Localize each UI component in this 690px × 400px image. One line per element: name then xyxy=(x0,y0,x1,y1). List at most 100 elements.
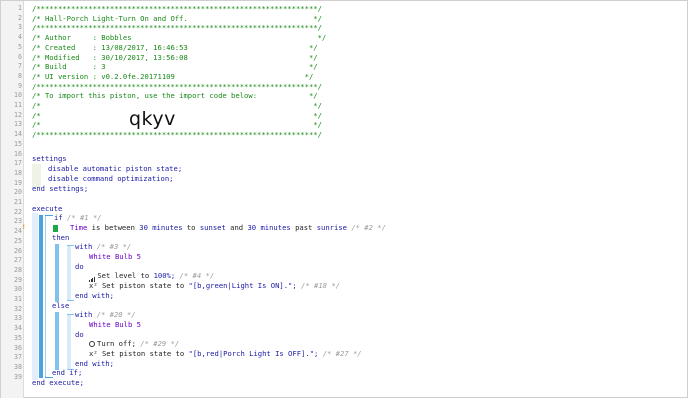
condition-line[interactable]: Time is between 30 minutes to sunset and… xyxy=(70,223,386,233)
header-border: /***************************************… xyxy=(32,130,322,140)
with-statement[interactable]: with /* #3 */ xyxy=(75,242,131,252)
header-modified: /* Modified : 30/10/2017, 13:56:08 */ xyxy=(32,52,318,62)
if-block-bar xyxy=(39,215,43,378)
command-value: "[b,red|Porch Light Is OFF]."; xyxy=(188,349,319,358)
line-number: 11 xyxy=(14,101,22,109)
line-number: 6 xyxy=(18,52,22,61)
line-number: 24 xyxy=(14,227,22,236)
line-number: 3 xyxy=(18,23,22,32)
line-number: 15 xyxy=(14,139,22,148)
line-number: 36 xyxy=(14,343,22,352)
end-with: end with; xyxy=(75,290,114,300)
power-icon xyxy=(89,341,95,348)
end-with: end with; xyxy=(75,358,114,368)
line-number: 4 xyxy=(18,33,22,42)
line-number: 7 xyxy=(18,62,22,71)
line-number: 14 xyxy=(14,130,22,139)
header-border: /***************************************… xyxy=(32,81,322,91)
condition-operator: is between xyxy=(91,222,135,232)
else-keyword[interactable]: else xyxy=(52,301,69,311)
condition-value: 30 xyxy=(247,222,257,232)
command-value: 100%; xyxy=(153,271,176,281)
condition-value: 30 xyxy=(139,222,148,232)
condition-word: to xyxy=(186,222,196,232)
with1-block-bar xyxy=(67,245,71,301)
statement-id-comment: /* #4 */ xyxy=(179,271,215,281)
line-number: 32 xyxy=(14,304,22,313)
line-number: 28 xyxy=(14,265,22,274)
device-name[interactable]: White Bulb 5 xyxy=(89,320,141,330)
end-if: end if; xyxy=(52,368,83,378)
command-value: "[b,green|Light Is ON]."; xyxy=(188,281,297,291)
set-state-command[interactable]: x² Set piston state to "[b,red|Porch Lig… xyxy=(89,349,362,359)
line-number: 5 xyxy=(18,42,22,51)
if-keyword: if xyxy=(54,213,63,223)
line-number: 39 xyxy=(14,372,22,381)
with2-bracket-top xyxy=(67,313,74,315)
statement-id-comment: /* #18 */ xyxy=(301,281,340,291)
line-number: 22 xyxy=(14,207,22,216)
condition-sunset: sunset xyxy=(199,222,226,232)
if-bracket-top xyxy=(45,214,53,216)
line-number: 27 xyxy=(14,256,22,265)
header-import-note: /* To import this piston, use the import… xyxy=(32,91,318,101)
set-state-command[interactable]: x² Set piston state to "[b,green|Light I… xyxy=(89,281,340,291)
do-keyword: do xyxy=(75,329,84,339)
line-number: 12 xyxy=(14,110,22,119)
device-name[interactable]: White Bulb 5 xyxy=(89,252,141,262)
condition-subject: Time xyxy=(70,222,88,232)
execute-close[interactable]: end execute; xyxy=(32,378,84,388)
code-area[interactable]: /***************************************… xyxy=(1,1,689,399)
header-border: /***************************************… xyxy=(32,23,322,33)
line-number: 13 xyxy=(14,120,22,129)
line-number: 38 xyxy=(14,362,22,371)
line-number: 25 xyxy=(14,236,22,245)
settings-line[interactable]: disable command optimization; xyxy=(48,174,174,184)
execute-block-bar xyxy=(32,213,38,380)
line-number: 9 xyxy=(18,81,22,90)
line-number: 35 xyxy=(14,333,22,342)
with1-bracket-top xyxy=(67,244,74,246)
with-keyword: with xyxy=(75,242,93,252)
line-number: 29 xyxy=(14,275,22,284)
header-blank: /* */ xyxy=(32,110,322,120)
with-keyword: with xyxy=(75,310,93,320)
if-block-guide xyxy=(45,215,46,378)
command-text: Set level to xyxy=(97,271,150,281)
line-number: 18 xyxy=(14,168,22,177)
piston-editor: ! /*************************************… xyxy=(0,0,688,398)
line-number: 8 xyxy=(18,71,22,80)
header-ui-version: /* UI version : v0.2.0fe.20171109 */ xyxy=(32,71,314,81)
then-keyword[interactable]: then xyxy=(52,233,69,243)
execute-open[interactable]: execute xyxy=(32,204,62,214)
condition-sunrise: sunrise xyxy=(316,222,347,232)
header-created: /* Created : 13/08/2017, 16:46:53 */ xyxy=(32,42,318,52)
with-statement[interactable]: with /* #20 */ xyxy=(75,310,136,320)
turn-off-command[interactable]: Turn off; /* #29 */ xyxy=(89,339,179,349)
if-statement[interactable]: if /* #1 */ xyxy=(54,213,102,223)
line-number: 33 xyxy=(14,314,22,323)
command-text: Turn off; xyxy=(97,339,136,349)
condition-check-icon xyxy=(53,225,58,232)
line-number: 30 xyxy=(14,285,22,294)
condition-unit: minutes xyxy=(260,222,291,232)
settings-close[interactable]: end settings; xyxy=(32,184,88,194)
condition-word: and xyxy=(230,222,244,232)
command-text: x² Set piston state to xyxy=(89,281,185,291)
header-blank: /* */ xyxy=(32,101,322,110)
header-title: /* Hall-Porch Light-Turn On and Off. */ xyxy=(32,13,322,23)
line-number: 31 xyxy=(14,295,22,303)
condition-word: past xyxy=(295,222,313,232)
settings-line[interactable]: disable automatic piston state; xyxy=(48,164,182,174)
line-number: 26 xyxy=(14,246,22,255)
condition-unit: minutes xyxy=(152,222,183,232)
header-build: /* Build : 3 */ xyxy=(32,62,318,72)
set-level-command[interactable]: Set level to 100%; /* #4 */ xyxy=(89,271,215,283)
header-blank: /* */ xyxy=(32,120,322,130)
settings-open[interactable]: settings xyxy=(32,154,67,164)
line-number: 20 xyxy=(14,188,22,197)
line-number: 23 xyxy=(14,217,22,226)
line-number: 16 xyxy=(14,149,22,158)
statement-id-comment: /* #29 */ xyxy=(140,339,180,349)
line-number: 21 xyxy=(14,198,22,206)
